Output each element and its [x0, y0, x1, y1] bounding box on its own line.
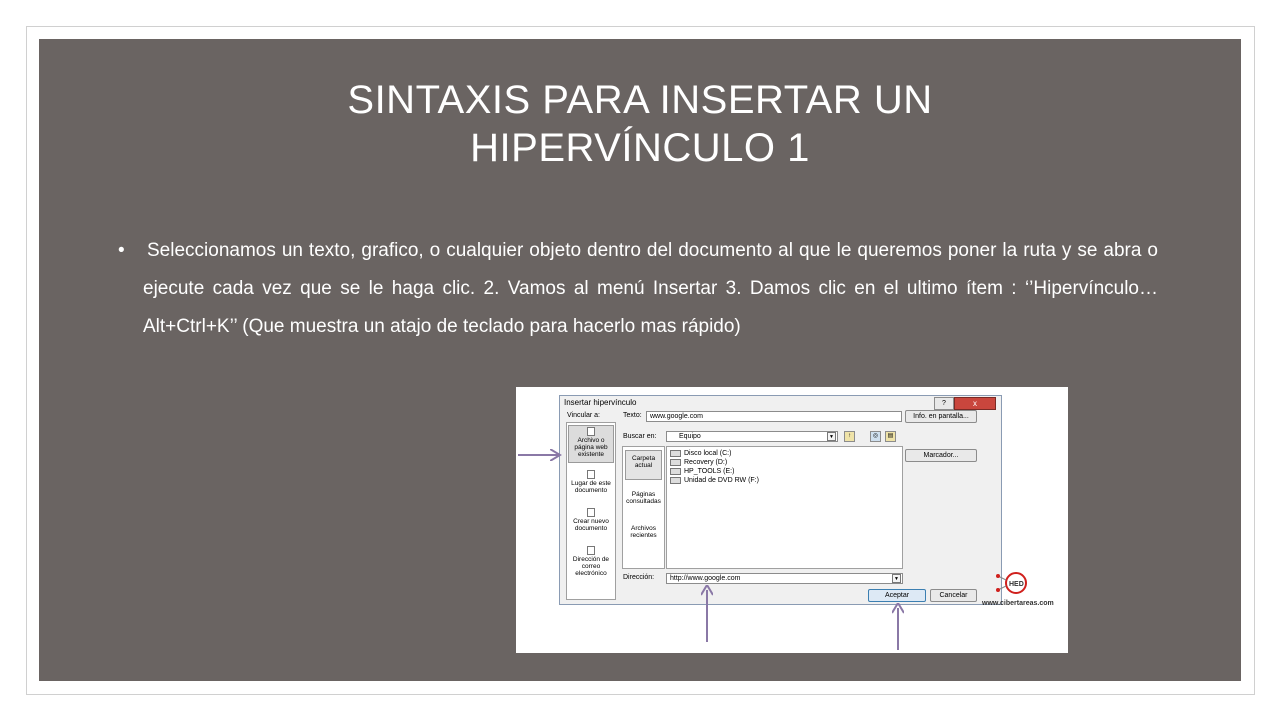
arrow-direccion-head-icon	[701, 585, 713, 596]
buscar-dropdown-icon[interactable]: ▼	[827, 432, 836, 441]
arrow-aceptar-head-icon	[892, 603, 904, 614]
title-line-2: HIPERVÍNCULO 1	[470, 126, 810, 170]
title-line-1: SINTAXIS PARA INSERTAR UN	[347, 78, 933, 122]
file-item[interactable]: Recovery (D:)	[670, 458, 727, 467]
body-paragraph: Seleccionamos un texto, grafico, o cualq…	[143, 240, 1158, 337]
slide-body: Seleccionamos un texto, grafico, o cualq…	[118, 232, 1158, 346]
archivos-l1: Archivos	[631, 525, 656, 532]
email-icon	[587, 546, 595, 555]
direccion-input[interactable]: http://www.google.com	[666, 573, 903, 584]
texto-label: Texto:	[623, 412, 642, 419]
archivos-recientes-tab[interactable]: Archivos recientes	[625, 525, 662, 539]
paginas-l1: Páginas	[631, 491, 656, 498]
document-place-icon	[587, 470, 595, 479]
link-correo[interactable]: Dirección de correo electrónico	[568, 545, 614, 577]
link-archivo-l1: Archivo o	[577, 437, 605, 444]
file-item-label: Recovery (D:)	[684, 459, 728, 466]
link-correo-l2: correo	[581, 563, 601, 570]
slide-title: SINTAXIS PARA INSERTAR UN HIPERVÍNCULO 1	[0, 76, 1280, 172]
link-crear-l2: documento	[574, 525, 608, 532]
file-item-label: Disco local (C:)	[684, 450, 732, 457]
arrow-direccion-shaft	[706, 590, 708, 642]
drive-icon	[670, 467, 681, 475]
link-crear-documento[interactable]: Crear nuevo documento	[568, 507, 614, 532]
link-lugar-l2: documento	[574, 487, 608, 494]
browse-web-icon[interactable]: ◎	[870, 431, 881, 442]
link-archivo-l3: existente	[577, 451, 605, 458]
direccion-label: Dirección:	[623, 574, 655, 581]
link-crear-l1: Crear nuevo	[573, 518, 609, 525]
buscar-select[interactable]: Equipo	[666, 431, 838, 442]
file-item-label: Unidad de DVD RW (F:)	[684, 477, 759, 484]
info-pantalla-button[interactable]: Info. en pantalla...	[905, 410, 977, 423]
paginas-consultadas-tab[interactable]: Páginas consultadas	[625, 491, 662, 505]
dvd-drive-icon	[670, 476, 681, 484]
carpeta-l2: actual	[634, 462, 653, 469]
close-button[interactable]: x	[954, 397, 996, 410]
dialog-screenshot: Insertar hipervínculo ? x Vincular a: Te…	[516, 387, 1068, 653]
link-type-panel: Archivo o página web existente Lugar de …	[566, 422, 616, 600]
cibertareas-logo: HED	[996, 572, 1027, 594]
aceptar-button[interactable]: Aceptar	[868, 589, 926, 602]
insert-hyperlink-dialog: Insertar hipervínculo ? x Vincular a: Te…	[559, 395, 1002, 605]
drive-icon	[670, 458, 681, 466]
link-correo-l1: Dirección de	[572, 556, 610, 563]
cancelar-button[interactable]: Cancelar	[930, 589, 977, 602]
new-document-icon	[587, 508, 595, 517]
direccion-dropdown-icon[interactable]: ▼	[892, 574, 901, 583]
link-archivo-l2: página web	[574, 444, 608, 451]
link-archivo-web[interactable]: Archivo o página web existente	[568, 425, 614, 463]
texto-input[interactable]: www.google.com	[646, 411, 902, 422]
browse-file-icon[interactable]: ▤	[885, 431, 896, 442]
file-list: Disco local (C:) Recovery (D:) HP_TOOLS …	[666, 446, 903, 569]
svg-text:HED: HED	[1009, 581, 1024, 588]
carpeta-actual-tab[interactable]: Carpeta actual	[625, 450, 662, 480]
link-correo-l3: electrónico	[575, 570, 607, 577]
dialog-title: Insertar hipervínculo	[564, 398, 637, 407]
drive-icon	[670, 449, 681, 457]
archivos-l2: recientes	[630, 532, 657, 539]
paginas-l2: consultadas	[626, 498, 661, 505]
file-item[interactable]: Unidad de DVD RW (F:)	[670, 476, 759, 485]
arrow-left-head-icon	[550, 449, 562, 461]
link-lugar-documento[interactable]: Lugar de este documento	[568, 469, 614, 494]
watermark-site: www.cibertareas.com	[982, 600, 1054, 607]
file-item-label: HP_TOOLS (E:)	[684, 468, 735, 475]
up-folder-icon[interactable]: ↑	[844, 431, 855, 442]
help-button[interactable]: ?	[934, 397, 954, 410]
file-item[interactable]: HP_TOOLS (E:)	[670, 467, 734, 476]
look-in-panel: Carpeta actual Páginas consultadas Archi…	[622, 446, 665, 569]
vincular-label: Vincular a:	[567, 412, 600, 419]
globe-file-icon	[587, 427, 595, 436]
file-item[interactable]: Disco local (C:)	[670, 449, 731, 458]
carpeta-l1: Carpeta	[631, 455, 656, 462]
link-lugar-l1: Lugar de este	[571, 480, 611, 487]
marcador-button[interactable]: Marcador...	[905, 449, 977, 462]
buscar-label: Buscar en:	[623, 433, 657, 440]
